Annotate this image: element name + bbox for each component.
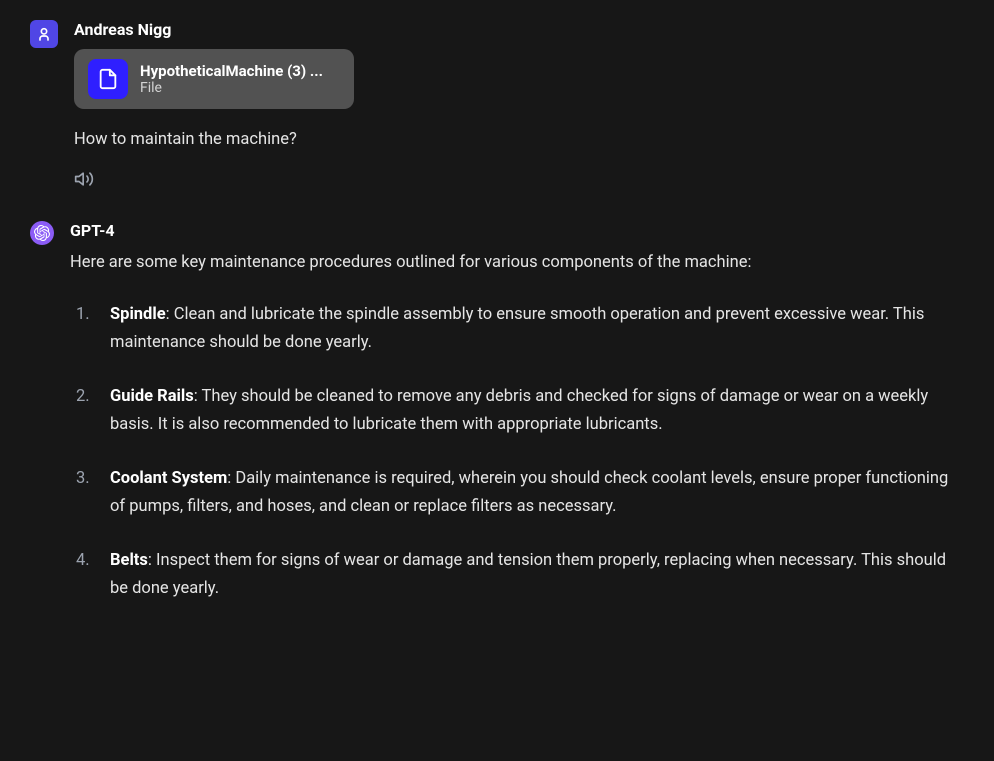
user-message-content: Andreas Nigg HypotheticalMachine (3) ...… bbox=[74, 20, 964, 193]
item-body: : Clean and lubricate the spindle assemb… bbox=[110, 305, 924, 352]
item-body: : Daily maintenance is required, wherein… bbox=[110, 469, 948, 516]
file-name: HypotheticalMachine (3) ... bbox=[140, 62, 323, 80]
item-title: Belts bbox=[110, 551, 148, 570]
user-avatar bbox=[30, 20, 58, 48]
assistant-message-content: GPT-4 Here are some key maintenance proc… bbox=[70, 221, 964, 629]
item-title: Guide Rails bbox=[110, 387, 194, 406]
assistant-author-name: GPT-4 bbox=[70, 221, 964, 240]
item-body: : They should be cleaned to remove any d… bbox=[110, 387, 928, 434]
list-item: 1. Spindle: Clean and lubricate the spin… bbox=[106, 301, 964, 357]
assistant-message: GPT-4 Here are some key maintenance proc… bbox=[30, 221, 964, 629]
maintenance-list: 1. Spindle: Clean and lubricate the spin… bbox=[70, 301, 964, 603]
file-type: File bbox=[140, 80, 323, 96]
item-title: Spindle bbox=[110, 305, 166, 324]
item-number: 1. bbox=[76, 301, 90, 329]
item-title: Coolant System bbox=[110, 469, 227, 488]
user-message: Andreas Nigg HypotheticalMachine (3) ...… bbox=[30, 20, 964, 193]
file-icon-box bbox=[88, 59, 128, 99]
item-number: 2. bbox=[76, 383, 90, 411]
ai-logo-icon bbox=[34, 225, 50, 241]
speaker-icon[interactable] bbox=[74, 169, 94, 189]
file-info: HypotheticalMachine (3) ... File bbox=[140, 62, 323, 96]
file-attachment[interactable]: HypotheticalMachine (3) ... File bbox=[74, 49, 354, 109]
user-author-name: Andreas Nigg bbox=[74, 20, 964, 39]
person-icon bbox=[36, 26, 52, 42]
user-message-text: How to maintain the machine? bbox=[74, 127, 964, 153]
assistant-intro-text: Here are some key maintenance procedures… bbox=[70, 250, 964, 276]
list-item: 2. Guide Rails: They should be cleaned t… bbox=[106, 383, 964, 439]
item-number: 4. bbox=[76, 547, 90, 575]
list-item: 3. Coolant System: Daily maintenance is … bbox=[106, 465, 964, 521]
file-icon bbox=[97, 68, 119, 90]
item-body: : Inspect them for signs of wear or dama… bbox=[110, 551, 946, 598]
item-number: 3. bbox=[76, 465, 90, 493]
assistant-avatar bbox=[30, 221, 54, 245]
list-item: 4. Belts: Inspect them for signs of wear… bbox=[106, 547, 964, 603]
